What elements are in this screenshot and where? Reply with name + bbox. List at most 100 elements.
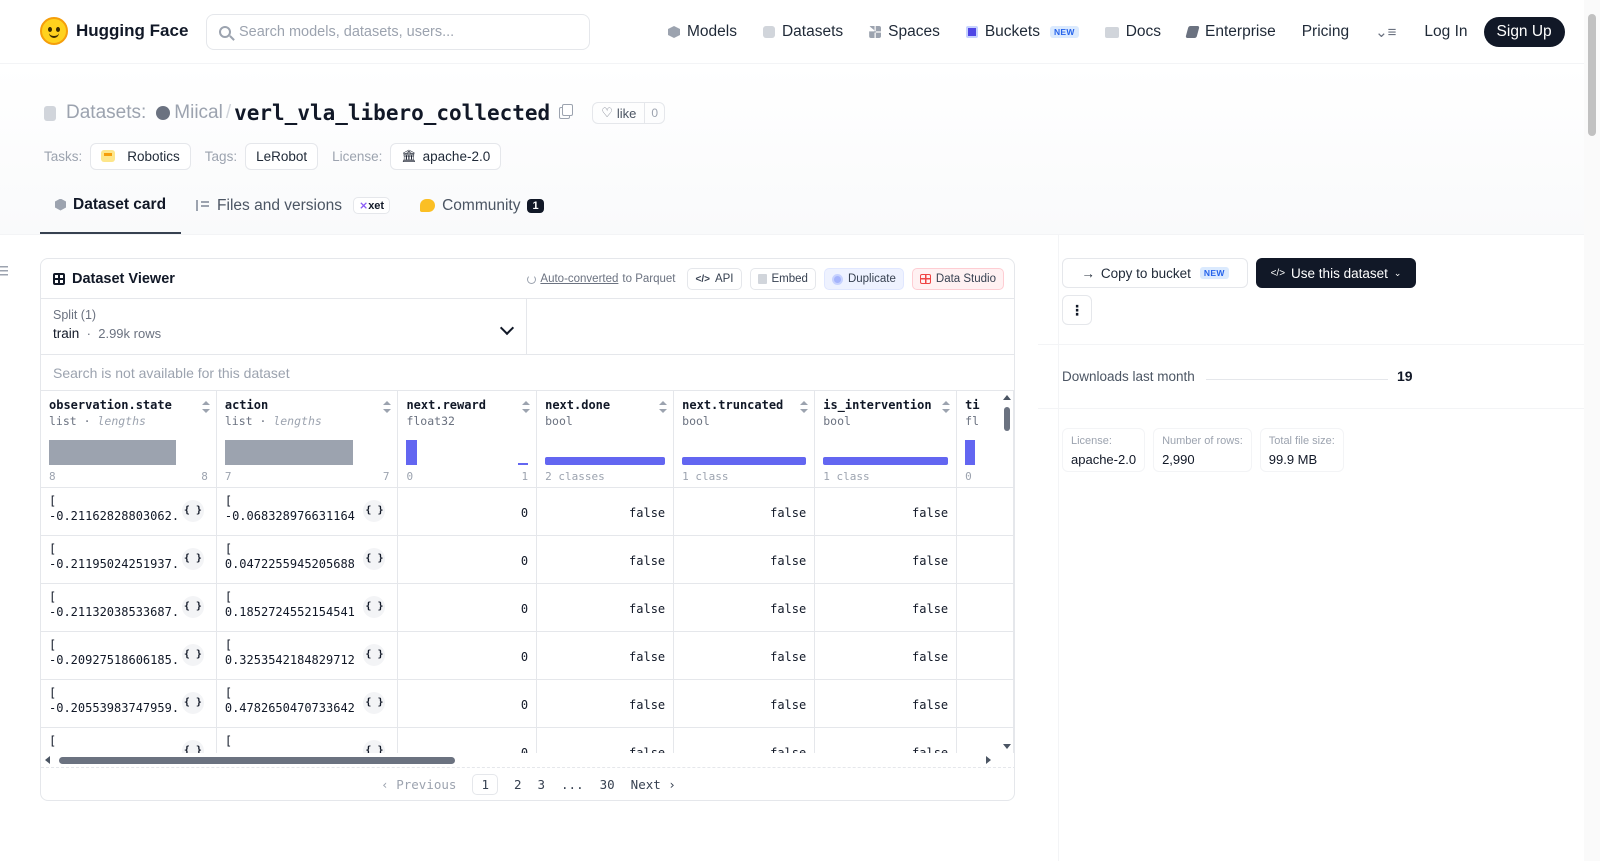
list-cell[interactable]: [-0.20553983747959...{ } (41, 679, 217, 728)
prev-page-button[interactable]: ‹ Previous (381, 777, 456, 792)
page-3-button[interactable]: 3 (538, 777, 546, 792)
list-cell[interactable]: [-0.21195024251937...{ } (41, 535, 217, 584)
scroll-up-icon[interactable] (1003, 395, 1011, 400)
page-1-button[interactable]: 1 (472, 774, 498, 795)
json-view-icon[interactable]: { } (181, 691, 204, 714)
json-view-icon[interactable]: { } (181, 595, 204, 618)
sort-icon[interactable] (800, 401, 809, 413)
toc-toggle-icon[interactable] (0, 266, 8, 276)
json-view-icon[interactable]: { } (363, 595, 386, 618)
list-cell[interactable]: [{ } (41, 727, 217, 753)
owner-avatar[interactable] (156, 106, 171, 120)
table-row[interactable]: [-0.21132038533687...{ }[0.1852724552154… (41, 583, 1014, 632)
more-options-button[interactable]: ⋮ (1062, 295, 1092, 325)
split-selector[interactable]: Split (1) train · 2.99k rows (41, 299, 527, 354)
tab-files-and-versions[interactable]: Files and versions ⨯xet (181, 190, 405, 234)
api-button[interactable]: </> API (687, 268, 742, 290)
json-view-icon[interactable]: { } (181, 547, 204, 570)
list-cell[interactable]: [-0.21132038533687...{ } (41, 583, 217, 632)
data-studio-icon (919, 274, 931, 284)
column-header[interactable]: next.done bool 2 classes (536, 391, 675, 488)
owner-link[interactable]: Miical (174, 102, 223, 124)
sort-icon[interactable] (383, 401, 392, 413)
signup-button[interactable]: Sign Up (1483, 17, 1565, 47)
page-scrollbar[interactable] (1584, 0, 1600, 861)
json-view-icon[interactable]: { } (363, 547, 386, 570)
json-view-icon[interactable]: { } (181, 499, 204, 522)
json-view-icon[interactable]: { } (181, 643, 204, 666)
next-page-button[interactable]: Next › (631, 777, 676, 792)
scroll-right-icon[interactable] (986, 756, 991, 764)
nav-spaces[interactable]: Spaces (869, 23, 940, 41)
tab-dataset-card[interactable]: Dataset card (40, 190, 182, 234)
robotics-icon (101, 150, 116, 162)
nav-pricing[interactable]: Pricing (1302, 23, 1349, 41)
horizontal-scrollbar[interactable] (41, 753, 1001, 767)
tab-community[interactable]: Community 1 (405, 190, 559, 234)
embed-button[interactable]: Embed (749, 268, 816, 290)
more-menu-icon[interactable]: ⌄≡ (1375, 23, 1396, 41)
data-studio-button[interactable]: Data Studio (911, 268, 1004, 290)
vertical-scrollbar[interactable] (1002, 391, 1012, 753)
list-cell[interactable]: [0.3253542184829712...{ } (216, 631, 399, 680)
json-view-icon[interactable]: { } (363, 739, 386, 753)
page-2-button[interactable]: 2 (514, 777, 522, 792)
sort-icon[interactable] (659, 401, 668, 413)
nav-enterprise[interactable]: Enterprise (1185, 23, 1276, 41)
table-row[interactable]: [-0.20553983747959...{ }[0.4782650470733… (41, 679, 1014, 728)
task-chip-robotics[interactable]: Robotics (90, 142, 191, 170)
list-cell[interactable]: [-0.068328976631164...{ } (216, 487, 399, 536)
viewer-actions: Auto-converted to Parquet </> API Embed Du… (527, 268, 1004, 290)
nav-datasets[interactable]: Datasets (762, 23, 843, 41)
page-30-button[interactable]: 30 (600, 777, 615, 792)
auto-converted-link[interactable]: Auto-converted (540, 273, 618, 285)
copy-icon[interactable] (559, 104, 574, 119)
tag-chip-lerobot[interactable]: LeRobot (245, 142, 319, 170)
use-this-dataset-button[interactable]: </> Use this dataset ⌄ (1256, 258, 1416, 288)
json-view-icon[interactable]: { } (181, 739, 204, 753)
duplicate-button[interactable]: Duplicate (823, 268, 904, 290)
search-box[interactable] (206, 14, 590, 50)
scroll-down-icon[interactable] (1003, 744, 1011, 749)
table-row[interactable]: [-0.21162828803062...{ }[-0.068328976631… (41, 487, 1014, 536)
column-header[interactable]: next.truncated bool 1 class (673, 391, 816, 488)
json-view-icon[interactable]: { } (363, 499, 386, 522)
list-cell[interactable]: [-0.21162828803062...{ } (41, 487, 217, 536)
column-header[interactable]: observation.state list · lengths 88 (41, 391, 217, 488)
list-cell[interactable]: [0.1852724552154541...{ } (216, 583, 399, 632)
histogram (224, 439, 390, 465)
list-cell[interactable]: [0.0472255945205688...{ } (216, 535, 399, 584)
sort-icon[interactable] (201, 401, 210, 413)
table-row[interactable]: [{ }[{ } 0 false false false (41, 727, 1014, 753)
json-view-icon[interactable]: { } (363, 691, 386, 714)
table-row[interactable]: [-0.21195024251937...{ }[0.0472255945205… (41, 535, 1014, 584)
nav-models[interactable]: Models (668, 23, 737, 41)
duplicate-icon (831, 273, 843, 285)
like-button[interactable]: ♡ like 0 (592, 102, 666, 124)
intervention-cell: false (814, 487, 958, 536)
brand-logo[interactable]: Hugging Face (40, 17, 188, 45)
sort-icon[interactable] (942, 401, 951, 413)
viewer-search-disabled: Search is not available for this dataset (41, 355, 1014, 391)
repo-name[interactable]: verl_vla_libero_collected (234, 101, 550, 125)
column-header[interactable]: is_intervention bool 1 class (814, 391, 958, 488)
json-view-icon[interactable]: { } (363, 643, 386, 666)
repo-title: Datasets: Miical / verl_vla_libero_colle… (44, 100, 666, 126)
copy-to-bucket-button[interactable]: → Copy to bucket NEW (1062, 258, 1248, 288)
nav-buckets[interactable]: Buckets NEW (965, 23, 1079, 41)
list-cell[interactable]: [0.4782650470733642...{ } (216, 679, 399, 728)
reward-cell: 0 (397, 631, 538, 680)
table-row[interactable]: [-0.20927518606185...{ }[0.3253542184829… (41, 631, 1014, 680)
search-input[interactable] (239, 24, 569, 40)
sort-icon[interactable] (522, 401, 531, 413)
reward-cell: 0 (397, 583, 538, 632)
column-header[interactable]: action list · lengths 77 (216, 391, 399, 488)
brand-name: Hugging Face (76, 21, 189, 40)
nav-docs[interactable]: Docs (1104, 23, 1161, 41)
license-chip[interactable]: 🏛 apache-2.0 (390, 142, 502, 170)
list-cell[interactable]: [-0.20927518606185...{ } (41, 631, 217, 680)
column-header[interactable]: next.reward float32 01 (397, 391, 538, 488)
list-cell[interactable]: [{ } (216, 727, 399, 753)
login-link[interactable]: Log In (1424, 23, 1467, 41)
scroll-left-icon[interactable] (45, 756, 50, 764)
